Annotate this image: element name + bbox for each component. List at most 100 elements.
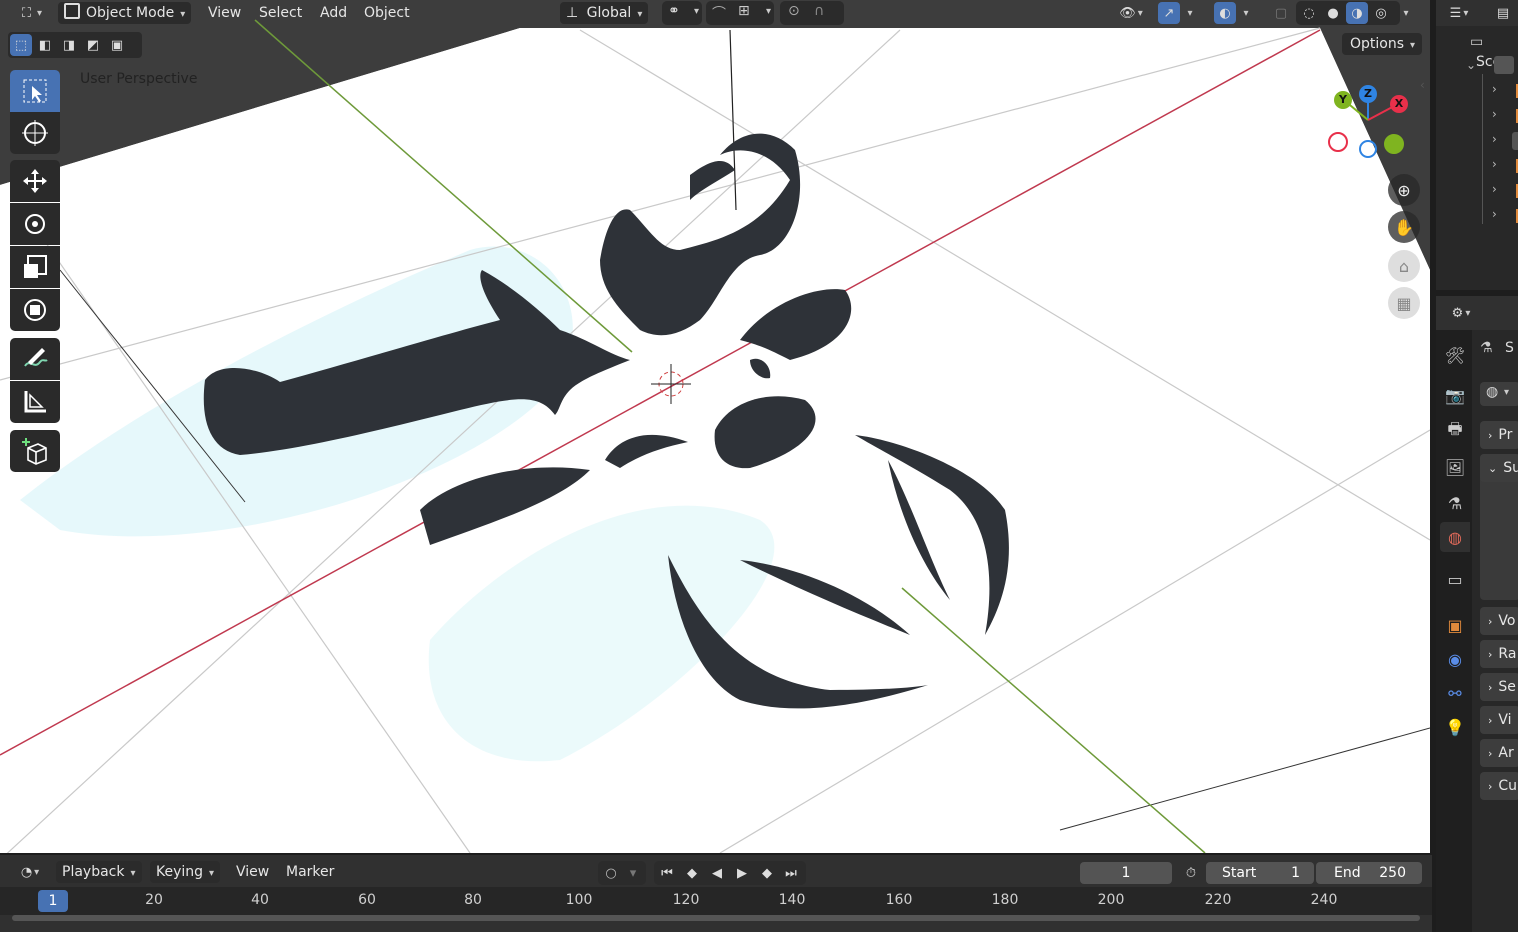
record-icon[interactable]: ○: [600, 862, 622, 884]
tool-annotate[interactable]: [10, 338, 60, 380]
menu-object[interactable]: Object: [358, 2, 416, 24]
visibility-dropdown[interactable]: 👁 ▾: [1114, 2, 1148, 24]
camera-view-icon[interactable]: ⌂: [1388, 250, 1420, 282]
navigation-gizmo[interactable]: Z Y X: [1320, 82, 1420, 172]
properties-editor-type-button[interactable]: ⚙ ▾: [1444, 302, 1478, 324]
outliner-row-2-expand-icon[interactable]: ›: [1492, 107, 1497, 121]
stopwatch-icon[interactable]: ⏱: [1180, 862, 1202, 884]
overlays-toggle[interactable]: ◐: [1214, 2, 1236, 24]
display-mode-icon[interactable]: ▤: [1492, 2, 1514, 24]
timeline-editor-type-button[interactable]: ◔ ▾: [12, 861, 48, 883]
3d-viewport[interactable]: ⛶ ▾ Object Mode ▾ View Select Add Object ⊥…: [0, 0, 1430, 853]
editor-type-button[interactable]: ⛶ ▾: [14, 2, 50, 24]
section-ra[interactable]: › Ra: [1480, 640, 1518, 668]
physics-tab-icon[interactable]: ◉: [1440, 644, 1470, 674]
tool-move[interactable]: [10, 160, 60, 202]
gizmo-neg-y-icon[interactable]: [1384, 134, 1404, 154]
section-ar[interactable]: › Ar: [1480, 739, 1518, 767]
end-frame-field[interactable]: End 250: [1316, 862, 1422, 884]
gizmo-neg-z-icon[interactable]: [1359, 140, 1377, 158]
outliner-row-1-expand-icon[interactable]: ›: [1492, 82, 1497, 96]
outliner-scene-row[interactable]: ▭ Scer: [1470, 32, 1518, 70]
object-tab-icon[interactable]: ▣: [1440, 610, 1470, 640]
overlays-dropdown[interactable]: ▾: [1238, 2, 1254, 24]
collection-expand-icon[interactable]: ⌄: [1466, 58, 1476, 72]
timeline-menu-marker[interactable]: Marker: [280, 861, 340, 883]
timeline-scrollbar[interactable]: [12, 915, 1420, 921]
keying-dropdown[interactable]: Keying ▾: [150, 861, 221, 883]
section-su[interactable]: ⌄ Su: [1480, 454, 1518, 482]
gizmo-x-icon[interactable]: X: [1390, 95, 1408, 113]
tool-measure[interactable]: [10, 381, 60, 423]
proportional-edit-icon[interactable]: ⊙: [788, 3, 800, 19]
output-tab-icon[interactable]: 🖶: [1440, 416, 1470, 446]
section-se[interactable]: › Se: [1480, 673, 1518, 701]
falloff-icon[interactable]: ∩: [814, 3, 824, 19]
snap-icon[interactable]: ⌒: [712, 3, 726, 23]
tool-rotate[interactable]: [10, 203, 60, 245]
tool-tab-icon[interactable]: 🛠: [1440, 340, 1470, 370]
section-cu[interactable]: › Cu: [1480, 772, 1518, 800]
select-new-icon[interactable]: ⬚: [10, 34, 32, 56]
select-extend-icon[interactable]: ◧: [34, 34, 56, 56]
world-selector[interactable]: ◍ ▾: [1480, 382, 1518, 406]
outliner-editor-type-button[interactable]: ☰ ▾: [1442, 2, 1476, 24]
data-tab-icon[interactable]: 💡: [1440, 712, 1470, 742]
keying-set-dropdown-icon[interactable]: ▾: [624, 862, 642, 884]
rendered-shading-icon[interactable]: ◎: [1370, 2, 1392, 24]
select-intersect-icon[interactable]: ▣: [106, 34, 128, 56]
tool-transform[interactable]: [10, 289, 60, 331]
constraints-tab-icon[interactable]: ⚯: [1440, 678, 1470, 708]
menu-view[interactable]: View: [202, 2, 247, 24]
gizmo-y-icon[interactable]: Y: [1334, 91, 1352, 109]
scene-tab-icon[interactable]: ⚗: [1440, 488, 1470, 518]
view-layer-tab-icon[interactable]: 🖼: [1440, 452, 1470, 482]
gizmo-dropdown[interactable]: ▾: [1182, 2, 1198, 24]
collection-tab-icon[interactable]: ▭: [1440, 564, 1470, 594]
menu-add[interactable]: Add: [314, 2, 353, 24]
tool-cursor[interactable]: [10, 112, 60, 154]
tool-add-cube[interactable]: [10, 430, 60, 472]
gizmo-toggle[interactable]: ↗: [1158, 2, 1180, 24]
playhead-frame-indicator[interactable]: 1: [38, 890, 68, 912]
next-keyframe-icon[interactable]: ◆: [756, 862, 778, 884]
pan-hand-icon[interactable]: ✋: [1388, 211, 1420, 243]
snap-increment-icon[interactable]: ⊞: [738, 3, 750, 19]
menu-select[interactable]: Select: [253, 2, 308, 24]
section-pr[interactable]: › Pr: [1480, 421, 1518, 449]
options-dropdown[interactable]: Options ▾: [1342, 33, 1422, 55]
gizmo-neg-x-icon[interactable]: [1328, 132, 1348, 152]
play-icon[interactable]: ▶: [731, 862, 753, 884]
material-shading-icon[interactable]: ◑: [1346, 2, 1368, 24]
orientation-dropdown[interactable]: ⊥ Global ▾: [560, 2, 649, 24]
section-vi[interactable]: › Vi: [1480, 706, 1518, 734]
outliner-row-5-expand-icon[interactable]: ›: [1492, 182, 1497, 196]
prev-keyframe-icon[interactable]: ◆: [681, 862, 703, 884]
playback-dropdown[interactable]: Playback ▾: [56, 861, 142, 883]
world-tab-icon[interactable]: ◍: [1440, 522, 1470, 552]
jump-end-icon[interactable]: ⏭: [780, 862, 802, 884]
current-frame-field[interactable]: 1: [1080, 862, 1172, 884]
select-subtract-icon[interactable]: ◨: [58, 34, 80, 56]
outliner-row-4-expand-icon[interactable]: ›: [1492, 157, 1497, 171]
render-tab-icon[interactable]: 📷: [1440, 380, 1470, 410]
wireframe-shading-icon[interactable]: ◌: [1298, 2, 1320, 24]
timeline-menu-view[interactable]: View: [230, 861, 275, 883]
pivot-dropdown[interactable]: ⚭ ▾: [662, 1, 702, 25]
gizmo-z-icon[interactable]: Z: [1359, 85, 1377, 103]
tool-select-box[interactable]: [10, 70, 60, 112]
ortho-grid-icon[interactable]: ▦: [1388, 287, 1420, 319]
start-frame-field[interactable]: Start 1: [1206, 862, 1314, 884]
solid-shading-icon[interactable]: ●: [1322, 2, 1344, 24]
sidebar-toggle-icon[interactable]: ‹: [1420, 78, 1425, 92]
outliner-row-3-expand-icon[interactable]: ›: [1492, 132, 1497, 146]
jump-start-icon[interactable]: ⏮: [656, 862, 678, 884]
xray-icon[interactable]: ▢: [1270, 2, 1292, 24]
select-invert-icon[interactable]: ◩: [82, 34, 104, 56]
zoom-icon[interactable]: ⊕: [1388, 174, 1420, 206]
shading-dropdown[interactable]: ▾: [1398, 2, 1414, 24]
outliner-row-6-expand-icon[interactable]: ›: [1492, 207, 1497, 221]
mode-dropdown[interactable]: Object Mode ▾: [58, 2, 192, 24]
section-vo[interactable]: › Vo: [1480, 607, 1518, 635]
tool-scale[interactable]: [10, 246, 60, 288]
